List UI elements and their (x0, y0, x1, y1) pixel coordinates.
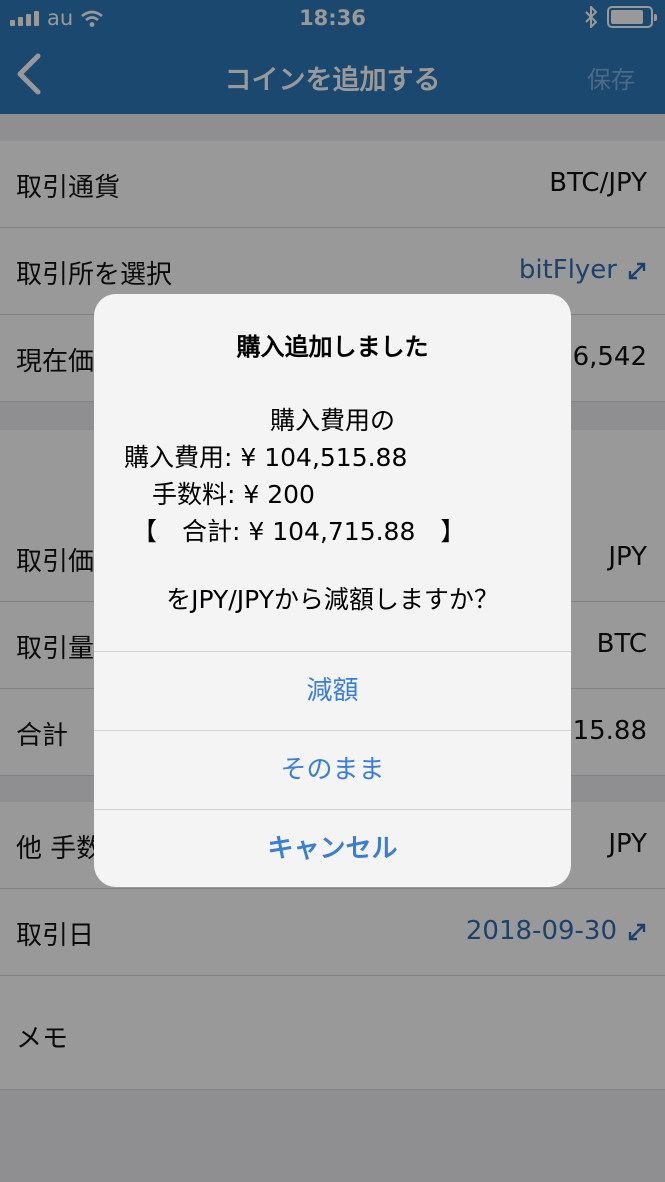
alert-question: をJPY/JPYから減額しますか？ (166, 585, 499, 614)
reduce-button[interactable]: 減額 (94, 651, 571, 730)
alert-message-line: 【 合計: ¥ 104,715.88 】 (132, 517, 466, 546)
alert-title: 購入追加しました (236, 333, 429, 361)
alert-message-line: 購入費用: ¥ 104,515.88 (124, 443, 408, 472)
alert-message: 購入費用の 購入費用: ¥ 104,515.88 手数料: ¥ 200 【 合計… (94, 402, 571, 550)
alert-dialog: 購入追加しました 購入費用の 購入費用: ¥ 104,515.88 手数料: ¥… (94, 294, 571, 887)
alert-message-line: 手数料: ¥ 200 (152, 480, 315, 509)
alert-message-line: 購入費用の (269, 406, 395, 435)
cancel-button[interactable]: キャンセル (94, 809, 571, 887)
keep-button[interactable]: そのまま (94, 730, 571, 809)
